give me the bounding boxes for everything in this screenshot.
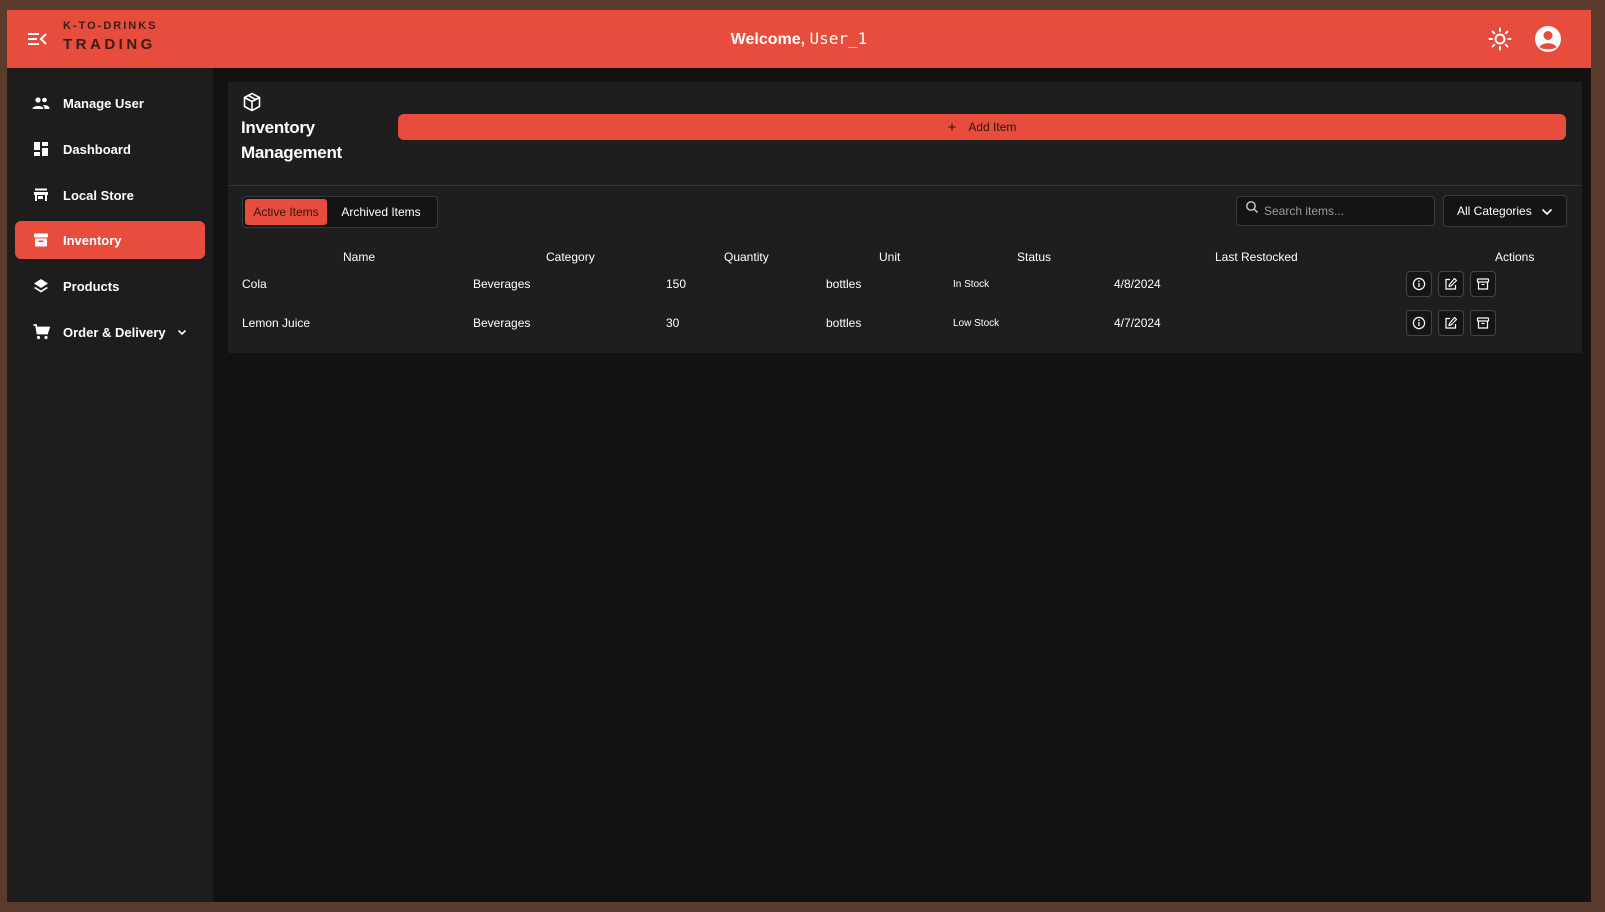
tab-active-items[interactable]: Active Items: [245, 199, 327, 225]
info-button[interactable]: [1406, 271, 1432, 297]
sidebar: Manage User Dashboard Local Store Invent…: [7, 68, 213, 902]
add-item-label: Add Item: [968, 120, 1017, 134]
divider: [228, 185, 1582, 186]
cell-name: Lemon Juice: [242, 316, 311, 330]
plus-icon: +: [947, 118, 957, 136]
sidebar-item-dashboard[interactable]: Dashboard: [15, 130, 205, 168]
column-header-category: Category: [546, 250, 595, 264]
dashboard-icon: [32, 140, 50, 158]
edit-icon: [1445, 277, 1458, 290]
sidebar-item-label: Dashboard: [63, 141, 131, 157]
archive-icon: [1476, 278, 1490, 290]
edit-button[interactable]: [1438, 310, 1464, 336]
column-header-last-restocked: Last Restocked: [1215, 250, 1298, 264]
cart-icon: [32, 323, 50, 341]
cell-name: Cola: [242, 277, 267, 291]
users-icon: [32, 94, 50, 112]
sidebar-item-label: Order & Delivery: [63, 324, 166, 340]
sun-icon[interactable]: [1488, 27, 1512, 51]
cell-category: Beverages: [473, 316, 531, 330]
sidebar-item-inventory[interactable]: Inventory: [15, 221, 205, 259]
page-title-line2: Management: [241, 143, 342, 162]
sidebar-item-order-delivery[interactable]: Order & Delivery: [15, 313, 205, 351]
cell-unit: bottles: [826, 316, 862, 330]
archive-button[interactable]: [1470, 310, 1496, 336]
page-title-line1: Inventory: [241, 118, 315, 137]
status-badge: Low Stock: [953, 318, 1000, 329]
sidebar-item-products[interactable]: Products: [15, 267, 205, 305]
sidebar-item-label: Manage User: [63, 95, 144, 111]
archive-box-icon: [32, 231, 50, 249]
archive-button[interactable]: [1470, 271, 1496, 297]
welcome-username: User_1: [809, 29, 868, 48]
column-header-actions: Actions: [1495, 250, 1535, 264]
column-header-name: Name: [343, 250, 376, 264]
add-item-button[interactable]: + Add Item: [398, 114, 1566, 140]
edit-button[interactable]: [1438, 271, 1464, 297]
package-icon: [242, 92, 262, 112]
search-icon: [1245, 200, 1259, 214]
inventory-panel: Inventory Management + Add Item Active I…: [228, 82, 1582, 353]
sidebar-item-local-store[interactable]: Local Store: [15, 176, 205, 214]
cell-quantity: 150: [666, 277, 687, 291]
info-button[interactable]: [1406, 310, 1432, 336]
column-header-quantity: Quantity: [724, 250, 769, 264]
archive-icon: [1476, 317, 1490, 329]
cell-last-restocked: 4/8/2024: [1114, 277, 1161, 291]
item-tabs: Active Items Archived Items: [242, 196, 438, 228]
cell-unit: bottles: [826, 277, 862, 291]
sidebar-item-manage-user[interactable]: Manage User: [15, 84, 205, 122]
chevron-down-icon[interactable]: [176, 326, 188, 338]
sidebar-item-label: Products: [63, 278, 120, 294]
tab-archived-items[interactable]: Archived Items: [327, 199, 435, 225]
edit-icon: [1445, 316, 1458, 329]
search-box: [1236, 196, 1435, 226]
column-header-unit: Unit: [879, 250, 901, 264]
top-header: K-TO-DRINKS TRADING Welcome, User_1: [7, 10, 1591, 68]
welcome-prefix: Welcome,: [730, 31, 810, 48]
info-icon: [1412, 316, 1426, 330]
page-title: Inventory Management: [241, 115, 381, 165]
sidebar-item-label: Inventory: [63, 232, 122, 248]
info-icon: [1412, 277, 1426, 291]
store-icon: [32, 186, 50, 204]
cell-category: Beverages: [473, 277, 531, 291]
welcome-message: Welcome, User_1: [7, 29, 1591, 49]
cell-last-restocked: 4/7/2024: [1114, 316, 1161, 330]
account-circle-icon[interactable]: [1533, 24, 1563, 54]
category-select-value: All Categories: [1457, 204, 1532, 218]
app-window: K-TO-DRINKS TRADING Welcome, User_1 Mana…: [7, 10, 1591, 902]
cell-quantity: 30: [666, 316, 680, 330]
search-input[interactable]: [1264, 204, 1424, 218]
layers-icon: [32, 277, 50, 295]
column-header-status: Status: [1017, 250, 1052, 264]
sidebar-item-label: Local Store: [63, 187, 134, 203]
chevron-down-icon: [1540, 205, 1554, 219]
status-badge: In Stock: [953, 279, 990, 290]
category-select[interactable]: All Categories: [1443, 195, 1567, 227]
